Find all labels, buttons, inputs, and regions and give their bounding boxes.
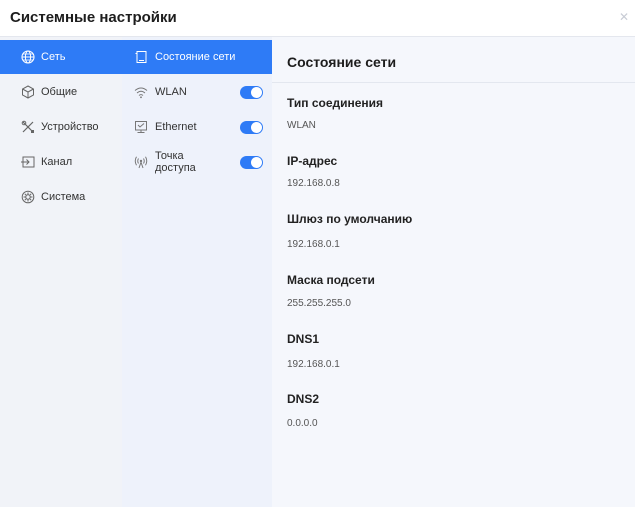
hotspot-toggle[interactable] (240, 155, 263, 169)
subnav-item-label: WLAN (155, 86, 187, 98)
dns1-label: DNS1 (287, 332, 320, 346)
nav-item-label: Сеть (41, 51, 66, 63)
ethernet-toggle[interactable] (240, 120, 263, 134)
connection-type-value: WLAN (287, 120, 316, 131)
subnav-item-wlan[interactable]: WLAN (122, 75, 272, 109)
toggle-knob (251, 86, 262, 98)
subnav-item-ethernet[interactable]: Ethernet (122, 110, 272, 144)
default-gateway-value: 192.168.0.1 (287, 239, 340, 250)
toggle-knob (251, 156, 262, 168)
default-gateway-label: Шлюз по умолчанию (287, 212, 413, 226)
nav-item-label: Система (41, 191, 86, 203)
nav-item-general[interactable]: Общие (0, 75, 122, 109)
title-bar: Системные настройки ✕ (0, 0, 635, 37)
nav-item-device[interactable]: Устройство (0, 110, 122, 144)
ethernet-icon (134, 120, 148, 134)
input-icon (21, 155, 35, 169)
dns1-value: 192.168.0.1 (287, 359, 340, 370)
nav-item-label: Канал (41, 156, 73, 168)
subnav-item-hotspot[interactable]: Точка доступа (122, 145, 272, 179)
subnet-mask-value: 255.255.255.0 (287, 298, 351, 309)
subnet-mask-label: Маска подсети (287, 273, 375, 287)
subnav-item-label: Точка доступа (155, 150, 196, 174)
globe-icon (21, 50, 35, 64)
cube-icon (21, 85, 35, 99)
hotspot-label-line2: доступа (155, 162, 196, 174)
dns2-value: 0.0.0.0 (287, 418, 318, 429)
main-nav: Сеть Общие Устройство Канал Система (0, 37, 122, 507)
window-title: Системные настройки (10, 9, 177, 26)
gear-icon (21, 190, 35, 204)
wifi-icon (134, 85, 148, 99)
hotspot-label-line1: Точка (155, 150, 184, 162)
close-icon[interactable]: ✕ (619, 10, 629, 24)
wlan-toggle[interactable] (240, 85, 263, 99)
toggle-knob (251, 121, 262, 133)
nav-item-channel[interactable]: Канал (0, 145, 122, 179)
connection-type-label: Тип соединения (287, 96, 384, 110)
nav-item-system[interactable]: Система (0, 180, 122, 214)
panel-title: Состояние сети (287, 54, 397, 70)
divider (272, 82, 635, 83)
hotspot-icon (134, 155, 148, 169)
subnav-item-label: Ethernet (155, 121, 197, 133)
ip-address-value: 192.168.0.8 (287, 178, 340, 189)
nav-item-label: Общие (41, 86, 78, 98)
tools-icon (21, 120, 35, 134)
subnav-item-label: Состояние сети (155, 51, 236, 63)
network-status-icon (134, 50, 148, 64)
dns2-label: DNS2 (287, 392, 320, 406)
network-subnav: Состояние сети WLAN Ethernet Точка досту… (122, 37, 272, 507)
nav-item-label: Устройство (41, 121, 99, 133)
subnav-item-network-status[interactable]: Состояние сети (122, 40, 272, 74)
ip-address-label: IP-адрес (287, 154, 338, 168)
nav-item-network[interactable]: Сеть (0, 40, 122, 74)
settings-window: Системные настройки ✕ Сеть Общие Устройс… (0, 0, 635, 507)
network-status-panel: Состояние сети Тип соединения WLAN IP-ад… (272, 37, 635, 507)
